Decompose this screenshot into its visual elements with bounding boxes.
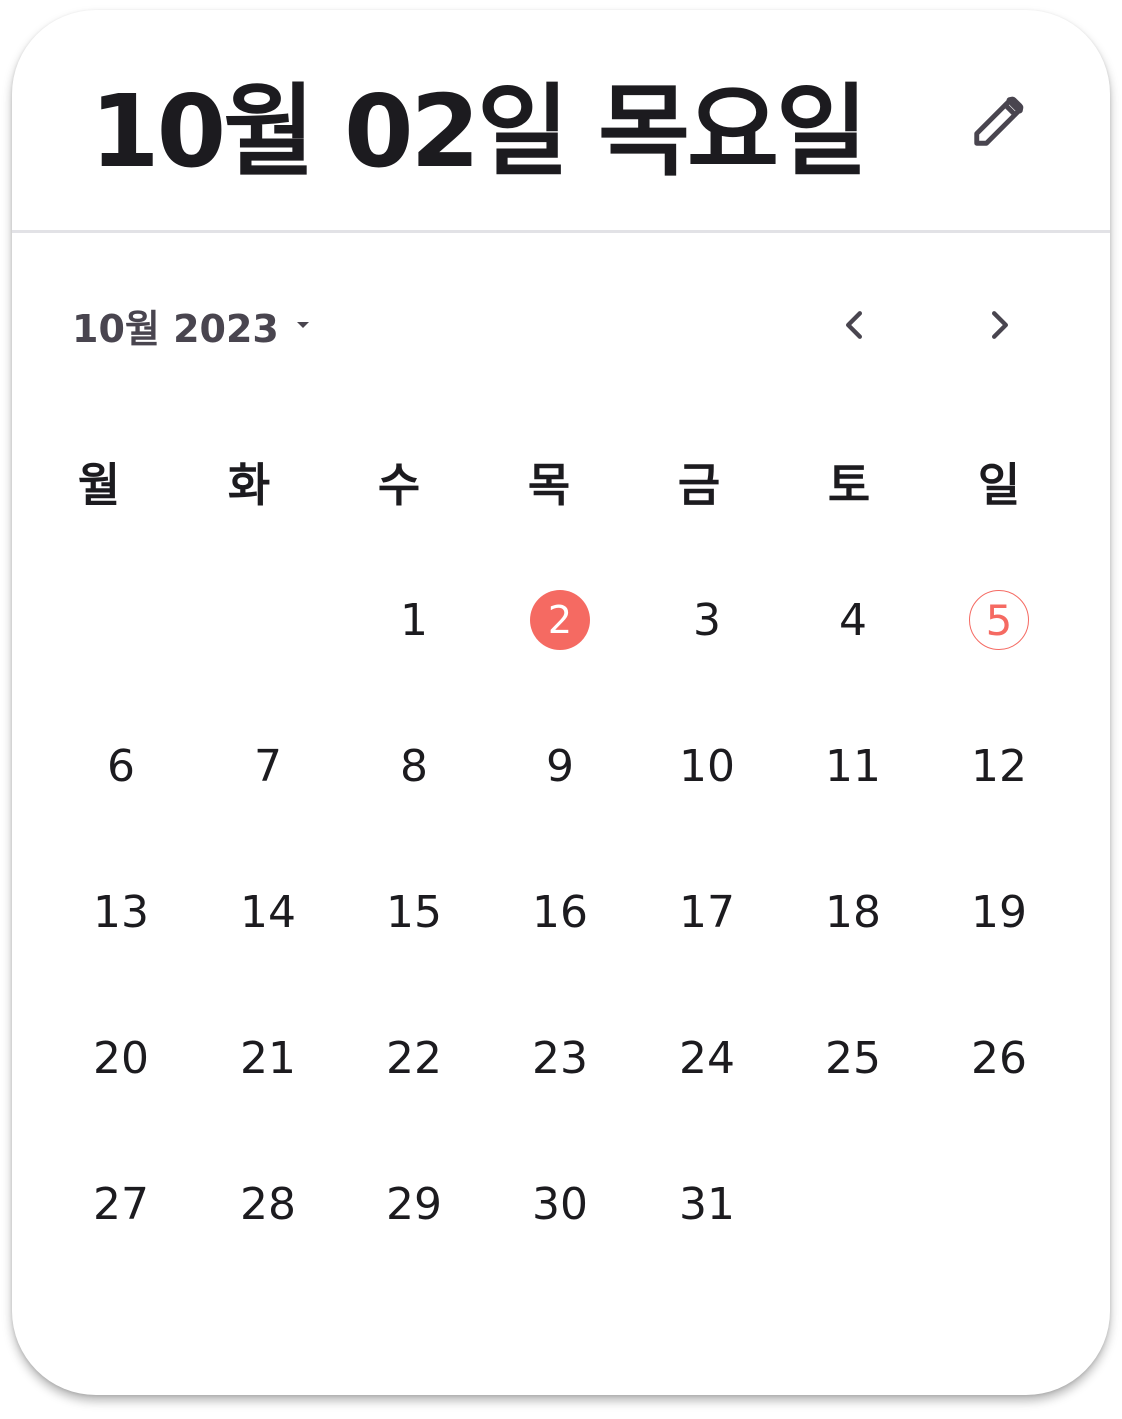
date-picker-header: 10월 02일 목요일 <box>12 10 1110 233</box>
day-number: 13 <box>93 886 149 938</box>
day-number: 6 <box>107 740 135 792</box>
day-cell[interactable]: 16 <box>510 862 610 962</box>
day-number: 24 <box>679 1032 735 1084</box>
day-cell[interactable]: 6 <box>71 716 171 816</box>
day-number: 22 <box>386 1032 442 1084</box>
day-cell[interactable]: 10 <box>657 716 757 816</box>
previous-month-button[interactable] <box>819 290 889 360</box>
day-number: 27 <box>93 1178 149 1230</box>
day-cell[interactable]: 28 <box>218 1154 318 1254</box>
day-cell[interactable]: 20 <box>71 1008 171 1108</box>
weekday-fri: 금 <box>677 458 721 512</box>
day-number: 23 <box>532 1032 588 1084</box>
day-cell[interactable]: 22 <box>364 1008 464 1108</box>
weekday-tue: 화 <box>227 458 271 512</box>
day-cell[interactable]: 30 <box>510 1154 610 1254</box>
day-cell[interactable]: 1 <box>364 570 464 670</box>
day-cell[interactable]: 3 <box>657 570 757 670</box>
today-day-number: 5 <box>969 590 1029 650</box>
weekday-thu: 목 <box>527 458 571 512</box>
day-number: 18 <box>825 886 881 938</box>
weekday-mon: 월 <box>77 458 121 512</box>
day-cell[interactable]: 21 <box>218 1008 318 1108</box>
day-cell[interactable]: 31 <box>657 1154 757 1254</box>
arrow-drop-down-icon <box>296 322 309 328</box>
day-cell[interactable]: 14 <box>218 862 318 962</box>
day-number: 12 <box>971 740 1027 792</box>
day-cell[interactable]: 7 <box>218 716 318 816</box>
day-cell[interactable]: 18 <box>803 862 903 962</box>
weekday-header-row: 월 화 수 목 금 토 일 <box>49 440 1073 530</box>
day-cell[interactable]: 29 <box>364 1154 464 1254</box>
day-number: 17 <box>679 886 735 938</box>
chevron-right-icon <box>992 311 1008 339</box>
day-number: 16 <box>532 886 588 938</box>
day-number: 31 <box>679 1178 735 1230</box>
month-year-dropdown[interactable]: 10월 2023 <box>72 290 309 360</box>
day-number: 30 <box>532 1178 588 1230</box>
day-cell[interactable]: 23 <box>510 1008 610 1108</box>
day-number: 29 <box>386 1178 442 1230</box>
pencil-icon <box>974 96 1024 146</box>
day-cell[interactable]: 2 <box>510 570 610 670</box>
weekday-sun: 일 <box>977 458 1021 512</box>
selected-date-title: 10월 02일 목요일 <box>90 73 868 190</box>
day-number: 26 <box>971 1032 1027 1084</box>
day-cell[interactable]: 17 <box>657 862 757 962</box>
day-cell[interactable]: 12 <box>949 716 1049 816</box>
date-picker-dialog: 10월 02일 목요일 10월 2023 월 화 수 목 금 토 일 1 2 3… <box>12 10 1110 1395</box>
day-number: 11 <box>825 740 881 792</box>
day-cell[interactable]: 5 <box>949 570 1049 670</box>
day-number: 4 <box>839 594 867 646</box>
day-cell[interactable]: 4 <box>803 570 903 670</box>
day-number: 3 <box>693 594 721 646</box>
day-cell[interactable]: 19 <box>949 862 1049 962</box>
edit-button[interactable] <box>962 82 1038 158</box>
weekday-wed: 수 <box>377 458 421 512</box>
day-cell[interactable]: 9 <box>510 716 610 816</box>
day-number: 19 <box>971 886 1027 938</box>
day-number: 25 <box>825 1032 881 1084</box>
day-number: 20 <box>93 1032 149 1084</box>
chevron-left-icon <box>846 311 862 339</box>
day-number: 14 <box>240 886 296 938</box>
day-cell[interactable]: 24 <box>657 1008 757 1108</box>
day-cell[interactable]: 26 <box>949 1008 1049 1108</box>
day-cell[interactable]: 25 <box>803 1008 903 1108</box>
day-number: 8 <box>400 740 428 792</box>
weekday-sat: 토 <box>827 458 871 512</box>
month-navigation-row: 10월 2023 <box>12 280 1110 370</box>
day-cell[interactable]: 27 <box>71 1154 171 1254</box>
day-number: 21 <box>240 1032 296 1084</box>
day-number: 15 <box>386 886 442 938</box>
day-number: 9 <box>546 740 574 792</box>
day-cell[interactable]: 8 <box>364 716 464 816</box>
day-number: 28 <box>240 1178 296 1230</box>
day-number: 7 <box>254 740 282 792</box>
month-year-label: 10월 2023 <box>72 306 279 351</box>
day-cell[interactable]: 13 <box>71 862 171 962</box>
day-cell[interactable]: 15 <box>364 862 464 962</box>
day-number: 1 <box>400 594 428 646</box>
selected-day-number: 2 <box>530 590 590 650</box>
day-cell[interactable]: 11 <box>803 716 903 816</box>
next-month-button[interactable] <box>965 290 1035 360</box>
day-number: 10 <box>679 740 735 792</box>
